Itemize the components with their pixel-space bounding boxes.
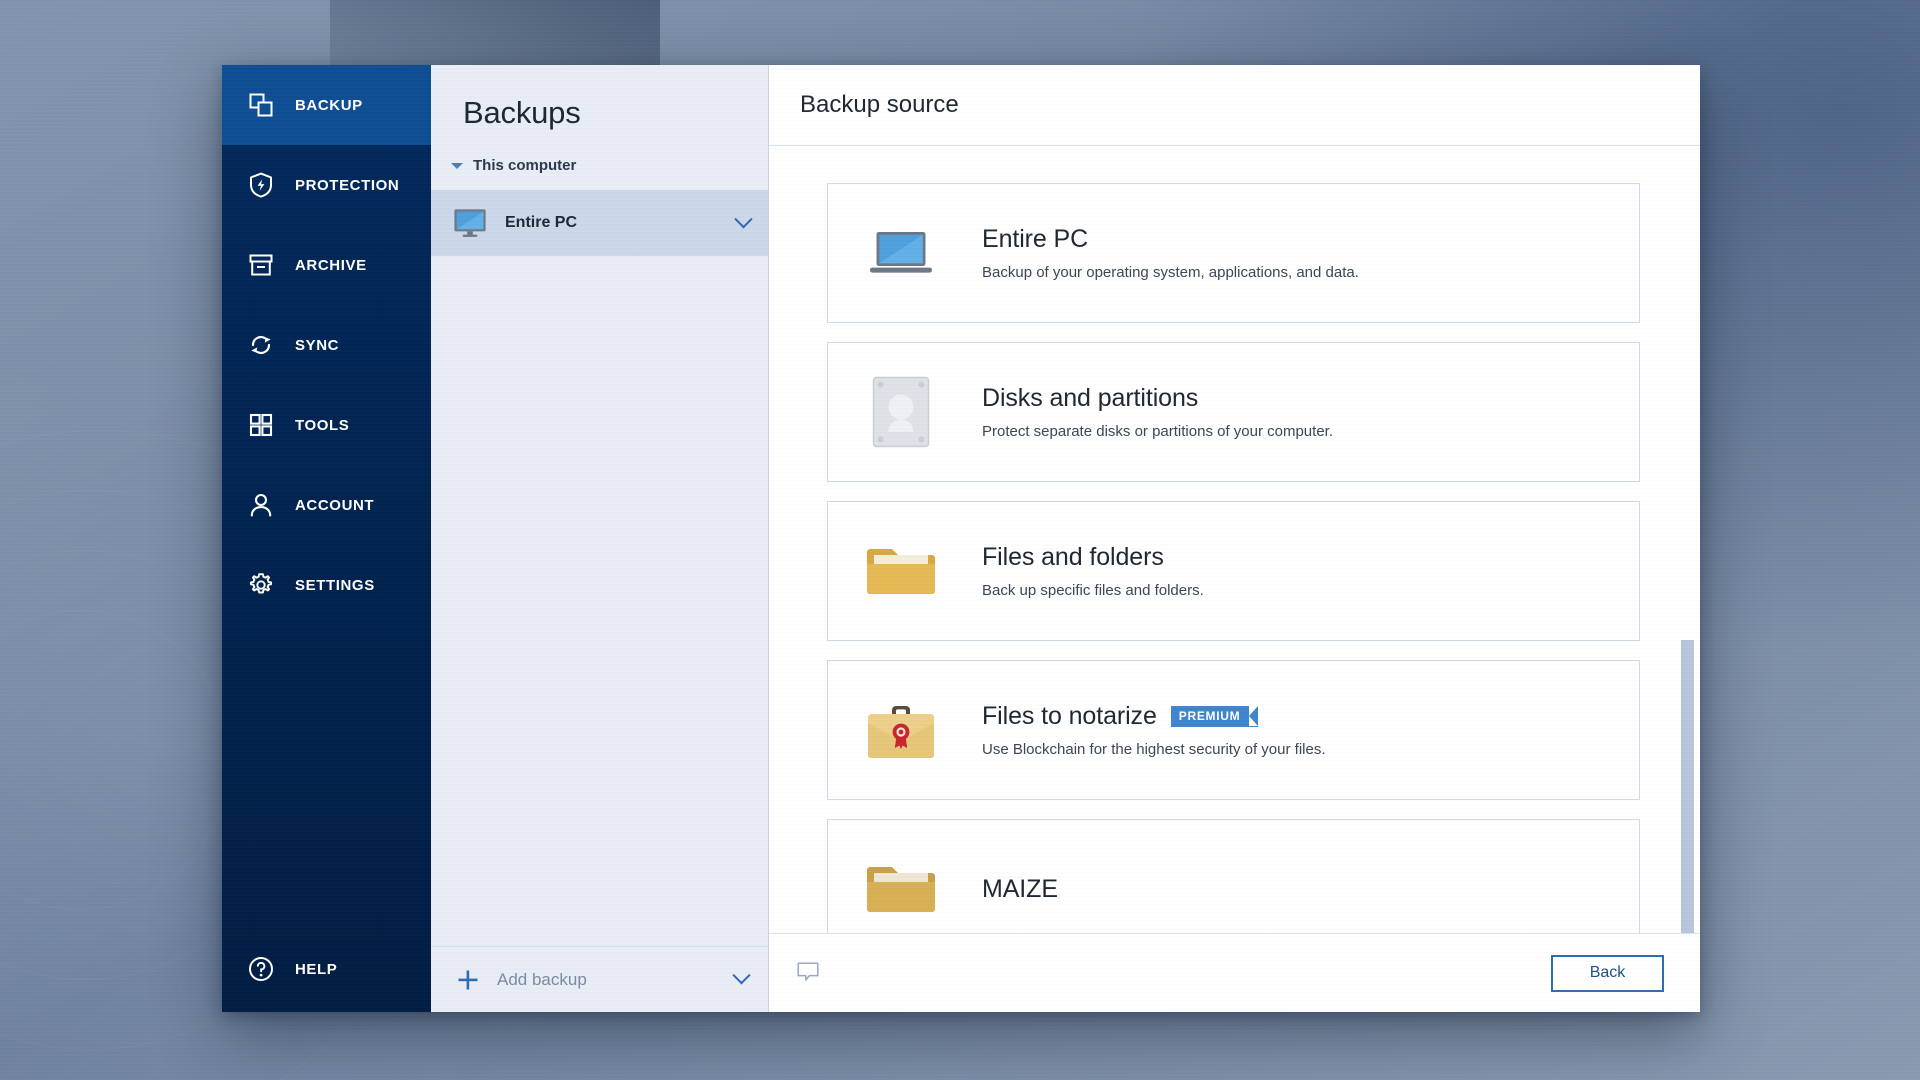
nav-item-label: SETTINGS xyxy=(295,576,375,594)
card-description: Use Blockchain for the highest security … xyxy=(982,741,1326,758)
card-title-row: MAIZE xyxy=(982,875,1058,904)
nav-item-help[interactable]: HELP xyxy=(222,926,431,1012)
laptop-icon xyxy=(864,216,938,290)
nav-item-archive[interactable]: ARCHIVE xyxy=(222,225,431,305)
card-text: Disks and partitions Protect separate di… xyxy=(982,384,1333,440)
card-text: Files and folders Back up specific files… xyxy=(982,543,1204,599)
main-footer: Back xyxy=(769,933,1700,1012)
card-title-row: Files and folders xyxy=(982,543,1204,572)
application-window: BACKUP PROTECTION ARCHIVE SYNC TOOLS ACC… xyxy=(222,65,1700,1012)
backup-source-card-disks-and-partitions[interactable]: Disks and partitions Protect separate di… xyxy=(827,342,1640,482)
nav-item-label: TOOLS xyxy=(295,416,350,434)
briefcase-seal-icon xyxy=(864,693,938,767)
copy-stack-icon xyxy=(249,93,273,117)
backup-list-item-entire-pc[interactable]: Entire PC xyxy=(431,190,768,256)
nav-item-label: PROTECTION xyxy=(295,176,400,194)
nav-item-label: ARCHIVE xyxy=(295,256,367,274)
backup-source-scroll-area[interactable]: Entire PC Backup of your operating syste… xyxy=(769,146,1700,933)
nav-item-protection[interactable]: PROTECTION xyxy=(222,145,431,225)
card-title: MAIZE xyxy=(982,874,1058,903)
person-icon xyxy=(250,493,272,517)
card-text: Entire PC Backup of your operating syste… xyxy=(982,225,1359,281)
backups-list-panel: Backups This computer Entire PC Add back… xyxy=(431,65,769,1012)
card-title: Disks and partitions xyxy=(982,384,1199,412)
nav-item-tools[interactable]: TOOLS xyxy=(222,385,431,465)
chevron-down-icon[interactable] xyxy=(732,966,751,985)
gear-icon xyxy=(249,573,273,594)
nav-item-account[interactable]: ACCOUNT xyxy=(222,465,431,545)
main-content-area: Backup source Entire PC Backup of your o… xyxy=(769,65,1700,1012)
nav-item-backup[interactable]: BACKUP xyxy=(222,65,431,145)
card-title: Files and folders xyxy=(982,543,1164,571)
main-header: Backup source xyxy=(769,65,1700,146)
desktop-background: BACKUP PROTECTION ARCHIVE SYNC TOOLS ACC… xyxy=(0,0,1920,1080)
chevron-down-icon[interactable] xyxy=(734,209,753,228)
nav-item-label: BACKUP xyxy=(295,96,363,114)
card-title-row: Disks and partitions xyxy=(982,384,1333,413)
nav-item-label: ACCOUNT xyxy=(295,496,375,514)
add-backup-label: Add backup xyxy=(497,969,587,989)
plus-icon xyxy=(458,970,478,989)
scrollbar-thumb[interactable] xyxy=(1681,640,1694,933)
wallpaper-swirl xyxy=(0,610,230,910)
archive-box-icon xyxy=(249,254,273,276)
question-circle-icon xyxy=(249,957,273,981)
grid-squares-icon xyxy=(249,413,273,437)
back-button[interactable]: Back xyxy=(1551,954,1664,992)
shield-bolt-icon xyxy=(250,172,272,198)
backup-source-card-entire-pc[interactable]: Entire PC Backup of your operating syste… xyxy=(827,183,1640,323)
nav-item-label: HELP xyxy=(295,960,338,978)
card-title: Files to notarize xyxy=(982,702,1157,730)
nav-item-settings[interactable]: SETTINGS xyxy=(222,545,431,625)
hard-disk-icon xyxy=(864,375,938,449)
folder-icon xyxy=(864,534,938,608)
page-title: Backup source xyxy=(800,91,959,118)
card-description: Backup of your operating system, applica… xyxy=(982,264,1359,281)
card-title-row: Files to notarize PREMIUM xyxy=(982,702,1326,731)
backups-panel-title: Backups xyxy=(463,95,581,130)
card-description: Back up specific files and folders. xyxy=(982,582,1204,599)
backup-list-item-label: Entire PC xyxy=(505,214,578,231)
backup-source-card-list: Entire PC Backup of your operating syste… xyxy=(769,146,1664,933)
card-description: Protect separate disks or partitions of … xyxy=(982,423,1333,440)
monitor-icon xyxy=(454,209,486,237)
nav-item-sync[interactable]: SYNC xyxy=(222,305,431,385)
backup-source-card-files-to-notarize[interactable]: Files to notarize PREMIUM Use Blockchain… xyxy=(827,660,1640,800)
backup-group-row[interactable]: This computer xyxy=(431,131,768,174)
status-badge-premium: PREMIUM xyxy=(1170,706,1259,727)
backup-source-card-maize[interactable]: MAIZE xyxy=(827,819,1640,933)
folder-icon xyxy=(864,852,938,926)
sync-arrows-icon xyxy=(251,335,271,355)
caret-down-icon[interactable] xyxy=(451,162,463,169)
card-title-row: Entire PC xyxy=(982,225,1359,254)
card-title: Entire PC xyxy=(982,225,1089,253)
backup-source-card-files-and-folders[interactable]: Files and folders Back up specific files… xyxy=(827,501,1640,641)
card-text: MAIZE xyxy=(982,875,1058,904)
backup-group-label: This computer xyxy=(473,157,577,174)
card-text: Files to notarize PREMIUM Use Blockchain… xyxy=(982,702,1326,758)
primary-navigation-rail: BACKUP PROTECTION ARCHIVE SYNC TOOLS ACC… xyxy=(222,65,431,1012)
add-backup-button[interactable]: Add backup xyxy=(431,946,768,1012)
backups-panel-spacer xyxy=(431,256,768,946)
nav-item-label: SYNC xyxy=(295,336,340,354)
speech-bubble-icon[interactable] xyxy=(797,962,819,984)
